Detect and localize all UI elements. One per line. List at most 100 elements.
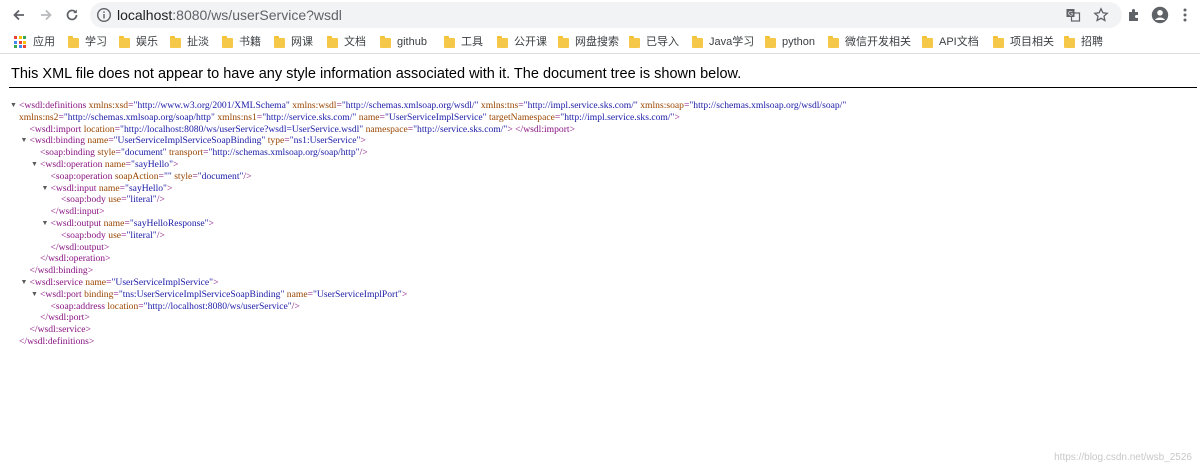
bookmarks-bar: 应用 学习 娱乐 扯淡 书籍 网课 文档 github 工具 公开课 网盘搜索 已导入 Java学习 py… bbox=[0, 30, 1200, 54]
folder-icon bbox=[497, 36, 508, 48]
xml-line: <soap:binding style="document" transport… bbox=[10, 147, 1195, 159]
bookmark-folder[interactable]: 公开课 bbox=[497, 34, 547, 50]
xml-line: <soap:address location="http://localhost… bbox=[10, 301, 1195, 313]
xml-line: ▼ <wsdl:service name="UserServiceImplServ… bbox=[10, 277, 1195, 289]
bookmark-folder[interactable]: Java学习 bbox=[692, 34, 754, 50]
bookmark-folder[interactable]: 娱乐 bbox=[119, 34, 158, 50]
folder-icon bbox=[828, 36, 839, 48]
xml-line: </wsdl:binding> bbox=[10, 265, 1195, 277]
url-text[interactable]: localhost:8080/ws/userService?wsdl bbox=[117, 6, 342, 24]
xml-line-text: </wsdl:service> bbox=[29, 324, 91, 336]
bookmark-label: 公开课 bbox=[514, 36, 547, 48]
xml-line-text: </wsdl:binding> bbox=[29, 265, 94, 277]
bookmark-folder[interactable]: github bbox=[380, 34, 427, 50]
collapse-toggle-icon[interactable]: ▼ bbox=[21, 277, 28, 289]
bookmark-label: 文档 bbox=[344, 36, 366, 48]
xml-line: </wsdl:port> bbox=[10, 312, 1195, 324]
bookmark-folder[interactable]: 网盘搜索 bbox=[558, 34, 619, 50]
xml-line: ▼ <wsdl:port binding="tns:UserServiceImpl… bbox=[10, 289, 1195, 301]
collapse-toggle-icon[interactable]: ▼ bbox=[42, 218, 49, 230]
collapse-toggle-icon[interactable]: ▼ bbox=[21, 135, 28, 147]
back-button[interactable] bbox=[8, 4, 30, 26]
forward-arrow-icon bbox=[41, 9, 52, 21]
xml-line-text: </wsdl:output> bbox=[50, 241, 110, 253]
folder-icon bbox=[170, 36, 181, 48]
forward-button[interactable] bbox=[35, 4, 57, 26]
xml-line-text: <wsdl:output name="sayHelloResponse"> bbox=[50, 217, 214, 229]
bookmark-folder[interactable]: 扯淡 bbox=[170, 34, 209, 50]
bookmark-label: 扯淡 bbox=[187, 36, 209, 48]
bookmark-label: 微信开发相关 bbox=[845, 36, 911, 48]
bookmark-label: 已导入 bbox=[646, 36, 679, 48]
bookmark-folder[interactable]: API文档 bbox=[922, 34, 979, 50]
bookmark-folder[interactable]: 书籍 bbox=[222, 34, 261, 50]
xml-line-text: </wsdl:input> bbox=[50, 206, 105, 218]
xml-line-text: <soap:binding style="document" transport… bbox=[40, 147, 368, 159]
bookmark-folder[interactable]: 微信开发相关 bbox=[828, 34, 911, 50]
bookmark-label: 工具 bbox=[461, 36, 483, 48]
folder-icon bbox=[327, 36, 338, 48]
xml-line-text: <wsdl:port binding="tns:UserServiceImplS… bbox=[40, 288, 408, 300]
xml-line-text: </wsdl:definitions> bbox=[19, 335, 95, 347]
bookmark-folder[interactable]: 工具 bbox=[444, 34, 483, 50]
xml-line-text: <soap:operation soapAction="" style="doc… bbox=[50, 170, 252, 182]
folder-icon bbox=[380, 36, 391, 48]
folder-icon bbox=[993, 36, 1004, 48]
folder-icon bbox=[922, 36, 933, 48]
bookmark-folder[interactable]: 项目相关 bbox=[993, 34, 1054, 50]
folder-icon bbox=[274, 36, 285, 48]
xml-line-text: <wsdl:import location="http://localhost:… bbox=[29, 123, 576, 135]
bookmark-label: 网盘搜索 bbox=[575, 36, 619, 48]
xml-line: <soap:body use="literal"/> bbox=[10, 230, 1195, 242]
folder-icon bbox=[692, 36, 703, 48]
profile-button[interactable] bbox=[1150, 5, 1170, 25]
bookmark-folder[interactable]: 学习 bbox=[68, 34, 107, 50]
bookmark-folder[interactable]: 网课 bbox=[274, 34, 313, 50]
notice-divider bbox=[9, 87, 1197, 88]
xml-line: </wsdl:output> bbox=[10, 242, 1195, 254]
bookmark-folder[interactable]: python bbox=[765, 34, 815, 50]
menu-button[interactable] bbox=[1175, 5, 1195, 25]
bookmark-label: 应用 bbox=[33, 36, 55, 48]
xml-line-text: <wsdl:operation name="sayHello"> bbox=[40, 158, 179, 170]
collapse-toggle-icon[interactable]: ▼ bbox=[31, 289, 38, 301]
xml-line-text: xmlns:ns2="http://schemas.xmlsoap.org/so… bbox=[19, 111, 680, 123]
url-path: :8080/ws/userService?wsdl bbox=[172, 7, 342, 23]
bookmark-label: python bbox=[782, 36, 816, 48]
translate-icon[interactable]: G bbox=[1065, 7, 1081, 23]
extensions-button[interactable] bbox=[1124, 5, 1144, 25]
bookmark-label: 网课 bbox=[291, 36, 313, 48]
xml-line: <soap:body use="literal"/> bbox=[10, 194, 1195, 206]
xml-line-text: </wsdl:operation> bbox=[40, 253, 111, 265]
xml-document-tree: ▼ <wsdl:definitions xmlns:xsd="http://www… bbox=[10, 100, 1195, 348]
bookmark-folder[interactable]: 文档 bbox=[327, 34, 366, 50]
collapse-toggle-icon[interactable]: ▼ bbox=[42, 183, 49, 195]
collapse-toggle-icon[interactable]: ▼ bbox=[10, 100, 17, 112]
back-arrow-icon bbox=[13, 9, 24, 21]
folder-icon bbox=[222, 36, 233, 48]
xml-line: ▼ <wsdl:output name="sayHelloResponse"> bbox=[10, 218, 1195, 230]
reload-button[interactable] bbox=[61, 4, 83, 26]
bookmark-label: 书籍 bbox=[239, 36, 261, 48]
bookmark-folder[interactable]: 招聘 bbox=[1064, 34, 1103, 50]
collapse-toggle-icon[interactable]: ▼ bbox=[31, 159, 38, 171]
puzzle-icon bbox=[1129, 9, 1138, 21]
xml-line-text: <soap:body use="literal"/> bbox=[61, 194, 165, 206]
xml-line-text: <soap:body use="literal"/> bbox=[61, 229, 165, 241]
bookmark-label: 学习 bbox=[85, 36, 107, 48]
bookmark-label: github bbox=[397, 36, 427, 48]
xml-line: </wsdl:definitions> bbox=[10, 336, 1195, 348]
star-icon[interactable] bbox=[1093, 7, 1109, 23]
reload-icon bbox=[66, 9, 78, 21]
bookmark-label: 项目相关 bbox=[1010, 36, 1054, 48]
bookmark-label: Java学习 bbox=[709, 36, 755, 48]
watermark: https://blog.csdn.net/wsb_2526 bbox=[1054, 452, 1192, 463]
address-bar[interactable]: localhost:8080/ws/userService?wsdl G bbox=[90, 2, 1122, 28]
xml-line: </wsdl:input> bbox=[10, 206, 1195, 218]
kebab-menu-icon bbox=[1183, 8, 1187, 22]
bookmark-folder[interactable]: 已导入 bbox=[629, 34, 679, 50]
bookmark-label: 招聘 bbox=[1081, 36, 1103, 48]
bookmark-apps[interactable]: 应用 bbox=[14, 34, 55, 50]
xml-line: ▼ <wsdl:definitions xmlns:xsd="http://www… bbox=[10, 100, 1195, 112]
info-icon[interactable] bbox=[96, 7, 112, 23]
